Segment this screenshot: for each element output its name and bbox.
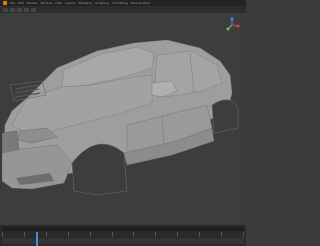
- navigation-gizmo-icon[interactable]: [224, 17, 240, 33]
- frame-ruler[interactable]: [2, 232, 244, 237]
- view-menu-button[interactable]: [10, 7, 15, 12]
- blender-logo-icon[interactable]: [3, 1, 7, 5]
- viewport-header: [0, 6, 246, 13]
- car-body-model[interactable]: [2, 13, 243, 225]
- 3d-viewport[interactable]: [2, 13, 243, 225]
- playhead-marker[interactable]: [36, 232, 38, 246]
- editor-type-button[interactable]: [3, 7, 8, 12]
- object-menu-button[interactable]: [31, 7, 36, 12]
- add-menu-button[interactable]: [24, 7, 29, 12]
- keyframe-track[interactable]: [2, 238, 244, 244]
- playback-controls-bar[interactable]: [2, 227, 244, 231]
- timeline-panel: [0, 225, 246, 246]
- select-menu-button[interactable]: [17, 7, 22, 12]
